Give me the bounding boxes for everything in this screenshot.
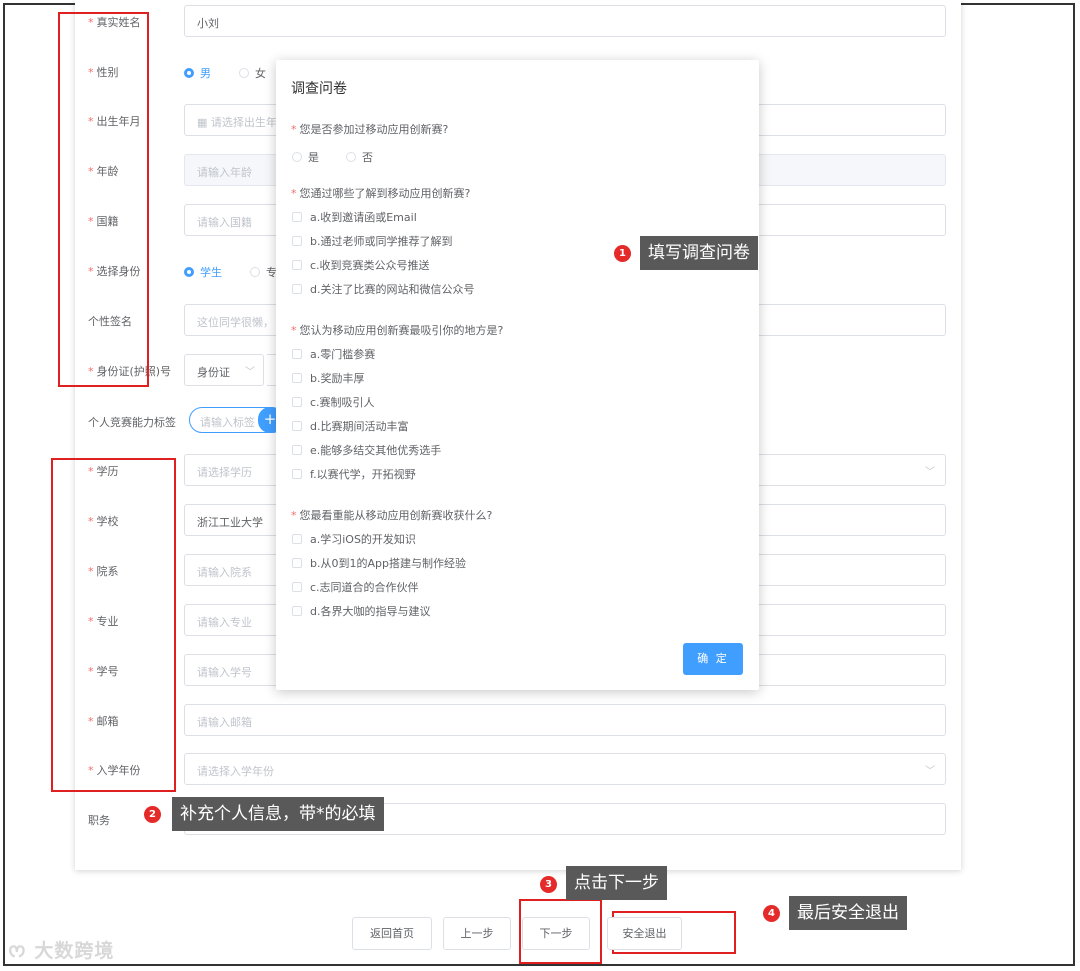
position-label: 职务 [88,814,110,827]
chevron-down-icon: ﹀ [925,766,935,777]
survey-title: 调查问卷 [291,81,347,97]
callout-badge-3: 3 [540,876,557,893]
q3-option[interactable]: b.奖励丰厚 [292,370,364,386]
question-1: * 您是否参加过移动应用创新赛? [291,123,449,136]
q4-option[interactable]: b.从0到1的App搭建与制作经验 [292,555,466,571]
identity-other-radio[interactable]: 专 [250,264,277,280]
q1-option-yes[interactable]: 是 [292,149,319,165]
survey-dialog: 调查问卷 * 您是否参加过移动应用创新赛? 是 否 * 您通过哪些了解到移动应用创新… [276,60,759,690]
real-name-input[interactable]: 小刘 [184,5,946,37]
question-4: * 您最看重能从移动应用创新赛收获什么? [291,509,493,522]
callout-tip-3: 点击下一步 [566,866,667,900]
q4-option[interactable]: d.各界大咖的指导与建议 [292,603,430,619]
q1-option-no[interactable]: 否 [346,149,373,165]
q3-option[interactable]: c.赛制吸引人 [292,394,375,410]
prev-button[interactable]: 上一步 [443,917,511,950]
q4-option[interactable]: c.志同道合的合作伙伴 [292,579,419,595]
q2-option[interactable]: c.收到竞赛类公众号推送 [292,257,430,273]
real-name-row: * 真实姓名 小刘 [75,5,961,39]
next-button[interactable]: 下一步 [522,917,590,950]
home-button[interactable]: 返回首页 [352,917,432,950]
callout-tip-4: 最后安全退出 [789,896,907,930]
id-type-select[interactable]: 身份证 ﹀ [184,354,264,386]
q3-option[interactable]: a.零门槛参赛 [292,346,375,362]
callout-badge-2: 2 [144,806,161,823]
skill-tag-label: 个人竞赛能力标签 [88,416,176,429]
annotation-box-education-info [51,458,176,792]
callout-tip-2: 补充个人信息，带*的必填 [172,797,384,831]
question-3: * 您认为移动应用创新赛最吸引你的地方是? [291,324,504,337]
question-2: * 您通过哪些了解到移动应用创新赛? [291,187,471,200]
q3-option[interactable]: f.以赛代学，开拓视野 [292,466,416,482]
chevron-down-icon: ﹀ [925,467,935,478]
callout-badge-1: 1 [614,245,631,262]
identity-student-radio[interactable]: 学生 [184,264,222,280]
logout-button[interactable]: 安全退出 [607,917,682,950]
q4-option[interactable]: a.学习iOS的开发知识 [292,531,416,547]
chevron-down-icon: ﹀ [245,367,255,378]
annotation-box-basic-info [58,12,149,387]
gender-female-radio[interactable]: 女 [239,65,266,81]
gender-male-radio[interactable]: 男 [184,65,211,81]
callout-tip-1: 填写调查问卷 [640,236,758,270]
email-input[interactable]: 请输入邮箱 [184,704,946,736]
enroll-year-select[interactable]: 请选择入学年份 ﹀ [184,753,946,785]
q3-option[interactable]: e.能够多结交其他优秀选手 [292,442,441,458]
watermark: ᰔ 大数跨境 [8,940,115,962]
callout-badge-4: 4 [763,905,780,922]
confirm-button[interactable]: 确 定 [683,643,743,675]
watermark-logo-icon: ᰔ [8,940,35,962]
q2-option[interactable]: d.关注了比赛的网站和微信公众号 [292,281,474,297]
q3-option[interactable]: d.比赛期间活动丰富 [292,418,408,434]
calendar-icon: ▦ [197,116,211,129]
enroll-year-row: * 入学年份 请选择入学年份 ﹀ [75,753,961,787]
email-row: * 邮箱 请输入邮箱 [75,704,961,738]
q2-option[interactable]: b.通过老师或同学推荐了解到 [292,233,452,249]
q2-option[interactable]: a.收到邀请函或Email [292,209,417,225]
